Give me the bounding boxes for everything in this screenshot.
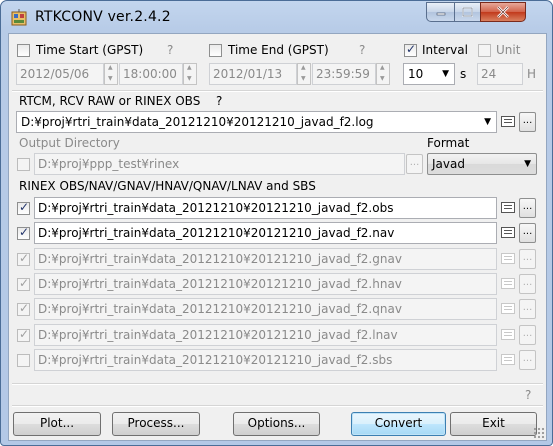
- status-help[interactable]: ?: [525, 388, 531, 402]
- chevron-down-icon: ▼: [442, 69, 449, 79]
- output-file-field[interactable]: D:¥proj¥rtri_train¥data_20121210¥2012121…: [34, 273, 497, 295]
- convert-button-label: Convert: [374, 416, 423, 430]
- view-file-icon[interactable]: [501, 354, 515, 365]
- title-bar[interactable]: RTKCONV ver.2.4.2: [1, 1, 552, 33]
- plot-button[interactable]: Plot...: [13, 412, 101, 436]
- separator: [12, 383, 543, 385]
- output-file-browse-button[interactable]: ...: [519, 223, 536, 243]
- output-file-field[interactable]: D:¥proj¥rtri_train¥data_20121210¥2012121…: [34, 349, 497, 371]
- output-file-checkbox[interactable]: [17, 200, 30, 215]
- view-file-icon[interactable]: [501, 303, 515, 314]
- time-start-date-field[interactable]: 2012/05/06: [16, 63, 104, 85]
- output-file-browse-button[interactable]: ...: [519, 274, 536, 294]
- time-start-help[interactable]: ?: [167, 43, 173, 57]
- output-file-field[interactable]: D:¥proj¥rtri_train¥data_20121210¥2012121…: [34, 222, 497, 244]
- separator: [12, 405, 543, 407]
- dialog-client-area: Time Start (GPST) ? 2012/05/06 18:00:00 …: [8, 33, 547, 441]
- input-browse-button[interactable]: ...: [519, 112, 536, 132]
- view-file-icon[interactable]: [501, 329, 515, 340]
- output-file-browse-button[interactable]: ...: [519, 299, 536, 319]
- interval-unit: s: [460, 67, 467, 81]
- time-start-checkbox[interactable]: [17, 44, 30, 57]
- maximize-icon: [462, 7, 473, 17]
- output-directory-field[interactable]: D:¥proj¥ppp_test¥rinex: [34, 153, 405, 175]
- output-file-browse-button[interactable]: ...: [519, 325, 536, 345]
- view-file-icon[interactable]: [501, 116, 515, 127]
- plot-button-label: Plot...: [39, 416, 75, 430]
- time-end-date-spinner[interactable]: [297, 63, 311, 85]
- minimize-icon: [436, 12, 445, 16]
- time-start-time-field[interactable]: 18:00:00: [119, 63, 183, 85]
- input-section-label: RTCM, RCV RAW or RINEX OBS: [19, 94, 201, 108]
- output-directory-label: Output Directory: [19, 136, 120, 150]
- input-file-combobox[interactable]: D:¥proj¥rtri_train¥data_20121210¥2012121…: [16, 111, 497, 133]
- output-file-checkbox[interactable]: [17, 225, 30, 240]
- unit-label: Unit: [496, 43, 521, 57]
- window-title: RTKCONV ver.2.4.2: [35, 9, 171, 25]
- output-file-browse-button[interactable]: ...: [519, 198, 536, 218]
- input-file-path: D:¥proj¥rtri_train¥data_20121210¥2012121…: [21, 115, 374, 129]
- exit-button-label: Exit: [482, 416, 505, 430]
- minimize-button[interactable]: [426, 2, 455, 22]
- interval-checkbox[interactable]: [404, 42, 417, 57]
- view-file-icon[interactable]: [501, 253, 515, 264]
- view-file-icon[interactable]: [501, 202, 515, 213]
- output-file-field[interactable]: D:¥proj¥rtri_train¥data_20121210¥2012121…: [34, 298, 497, 320]
- input-help[interactable]: ?: [216, 94, 222, 108]
- app-icon: [11, 9, 27, 26]
- output-file-checkbox[interactable]: [17, 301, 30, 316]
- unit-field[interactable]: 24: [477, 63, 523, 85]
- unit-suffix: H: [527, 67, 537, 81]
- view-file-icon[interactable]: [501, 227, 515, 238]
- rinex-section-label: RINEX OBS/NAV/GNAV/HNAV/QNAV/LNAV and SB…: [19, 179, 316, 193]
- output-file-checkbox[interactable]: [17, 354, 30, 367]
- close-button[interactable]: [480, 2, 526, 22]
- exit-button[interactable]: Exit: [450, 412, 537, 436]
- close-icon: [497, 6, 509, 18]
- unit-checkbox[interactable]: [478, 44, 491, 57]
- interval-value: 10: [408, 67, 424, 81]
- rtkconv-window: RTKCONV ver.2.4.2 Time Start (GPST) ? 20…: [0, 0, 553, 446]
- resize-grip[interactable]: [533, 427, 545, 439]
- view-file-icon[interactable]: [501, 278, 515, 289]
- process-button-label: Process...: [127, 416, 185, 430]
- time-start-time-spinner[interactable]: [183, 63, 197, 85]
- time-end-label: Time End (GPST): [228, 43, 329, 57]
- output-file-browse-button[interactable]: ...: [519, 350, 536, 370]
- convert-button[interactable]: Convert: [351, 412, 446, 436]
- output-file-checkbox[interactable]: [17, 327, 30, 342]
- process-button[interactable]: Process...: [112, 412, 200, 436]
- time-start-label: Time Start (GPST): [36, 43, 144, 57]
- time-end-time-spinner[interactable]: [376, 63, 390, 85]
- maximize-button[interactable]: [454, 2, 481, 22]
- time-end-checkbox[interactable]: [209, 44, 222, 57]
- options-button-label: Options...: [247, 416, 306, 430]
- chevron-down-icon: ▼: [524, 159, 531, 169]
- time-start-date-spinner[interactable]: [104, 63, 118, 85]
- output-file-field[interactable]: D:¥proj¥rtri_train¥data_20121210¥2012121…: [34, 197, 497, 219]
- chevron-down-icon: ▼: [484, 117, 491, 127]
- interval-select[interactable]: 10 ▼: [403, 63, 455, 85]
- output-directory-browse-button[interactable]: ...: [406, 154, 423, 174]
- output-file-field[interactable]: D:¥proj¥rtri_train¥data_20121210¥2012121…: [34, 248, 497, 270]
- format-select[interactable]: Javad ▼: [427, 153, 537, 175]
- time-end-date-field[interactable]: 2012/01/13: [209, 63, 297, 85]
- output-file-field[interactable]: D:¥proj¥rtri_train¥data_20121210¥2012121…: [34, 324, 497, 346]
- output-file-browse-button[interactable]: ...: [519, 249, 536, 269]
- separator: [12, 90, 543, 92]
- output-file-checkbox[interactable]: [17, 276, 30, 291]
- format-label: Format: [427, 136, 470, 150]
- time-end-time-field[interactable]: 23:59:59: [312, 63, 376, 85]
- output-directory-checkbox[interactable]: [17, 158, 30, 171]
- interval-label: Interval: [422, 43, 468, 57]
- options-button[interactable]: Options...: [233, 412, 320, 436]
- output-file-checkbox[interactable]: [17, 251, 30, 266]
- time-end-help[interactable]: ?: [359, 43, 365, 57]
- format-value: Javad: [432, 157, 465, 171]
